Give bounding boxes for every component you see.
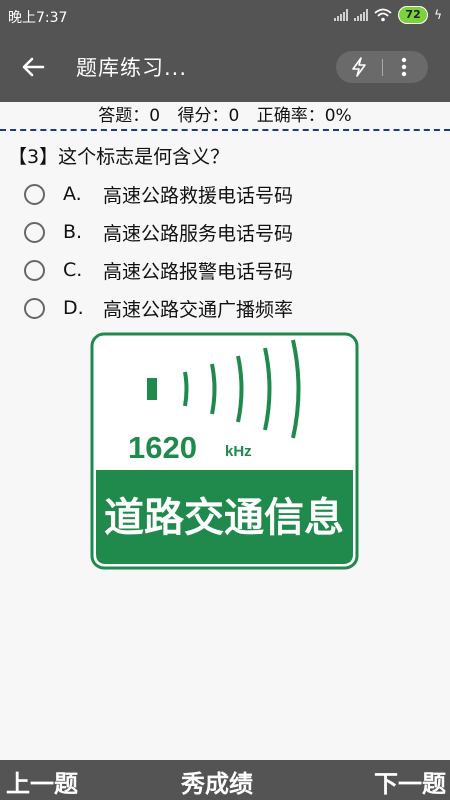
option-d[interactable]: D. 高速公路交通广播频率 xyxy=(24,289,293,327)
signal-icon xyxy=(334,9,349,21)
option-letter: D. xyxy=(63,297,84,319)
signal-icon-2 xyxy=(354,9,369,21)
option-letter: B. xyxy=(63,221,83,243)
traffic-sign-image: 1620 kHz 道路交通信息 xyxy=(90,332,359,570)
bottom-bar: 上一题 秀成绩 下一题 xyxy=(0,760,450,800)
page-title: 题库练习... xyxy=(76,56,188,80)
status-bar: 晚上7:37 72 ϟ xyxy=(0,0,450,32)
option-letter: C. xyxy=(63,259,83,281)
charging-icon: ϟ xyxy=(434,8,442,22)
sign-frequency: 1620 xyxy=(128,430,197,465)
option-label: 高速公路服务电话号码 xyxy=(103,222,294,245)
question-text: 【3】这个标志是何含义？ xyxy=(8,146,230,168)
action-pill xyxy=(336,51,428,83)
option-b[interactable]: B. 高速公路服务电话号码 xyxy=(24,213,293,251)
app-bar: 题库练习... xyxy=(0,32,450,102)
sign-unit: kHz xyxy=(225,443,252,460)
battery-indicator: 72 xyxy=(398,6,429,24)
option-label: 高速公路救援电话号码 xyxy=(103,184,294,207)
answered-count: 答题：0 xyxy=(98,106,161,126)
pill-divider xyxy=(382,59,383,76)
status-icons: 72 ϟ xyxy=(334,6,442,24)
option-label: 高速公路报警电话号码 xyxy=(103,260,294,283)
option-label: 高速公路交通广播频率 xyxy=(103,298,294,321)
radio-icon[interactable] xyxy=(24,183,45,205)
stats-row: 答题：0 得分：0 正确率：0% xyxy=(0,102,450,130)
radio-icon[interactable] xyxy=(24,297,45,319)
radio-icon[interactable] xyxy=(24,259,45,281)
option-letter: A. xyxy=(63,183,82,205)
more-menu-icon[interactable] xyxy=(393,55,415,79)
option-c[interactable]: C. 高速公路报警电话号码 xyxy=(24,251,293,289)
score-value: 得分：0 xyxy=(177,106,240,126)
show-score-button[interactable]: 秀成绩 xyxy=(181,764,253,799)
flash-icon[interactable] xyxy=(348,56,370,78)
accuracy-value: 正确率：0% xyxy=(256,106,352,126)
back-arrow-icon[interactable] xyxy=(16,50,50,84)
sign-caption: 道路交通信息 xyxy=(104,495,344,541)
next-question-button[interactable]: 下一题 xyxy=(374,764,446,799)
option-a[interactable]: A. 高速公路救援电话号码 xyxy=(24,175,293,213)
wifi-icon xyxy=(374,8,392,22)
radio-icon[interactable] xyxy=(24,221,45,243)
prev-question-button[interactable]: 上一题 xyxy=(6,764,78,799)
status-time: 晚上7:37 xyxy=(8,10,68,26)
dashed-divider xyxy=(0,129,450,131)
options-list: A. 高速公路救援电话号码 B. 高速公路服务电话号码 C. 高速公路报警电话号… xyxy=(24,175,293,327)
